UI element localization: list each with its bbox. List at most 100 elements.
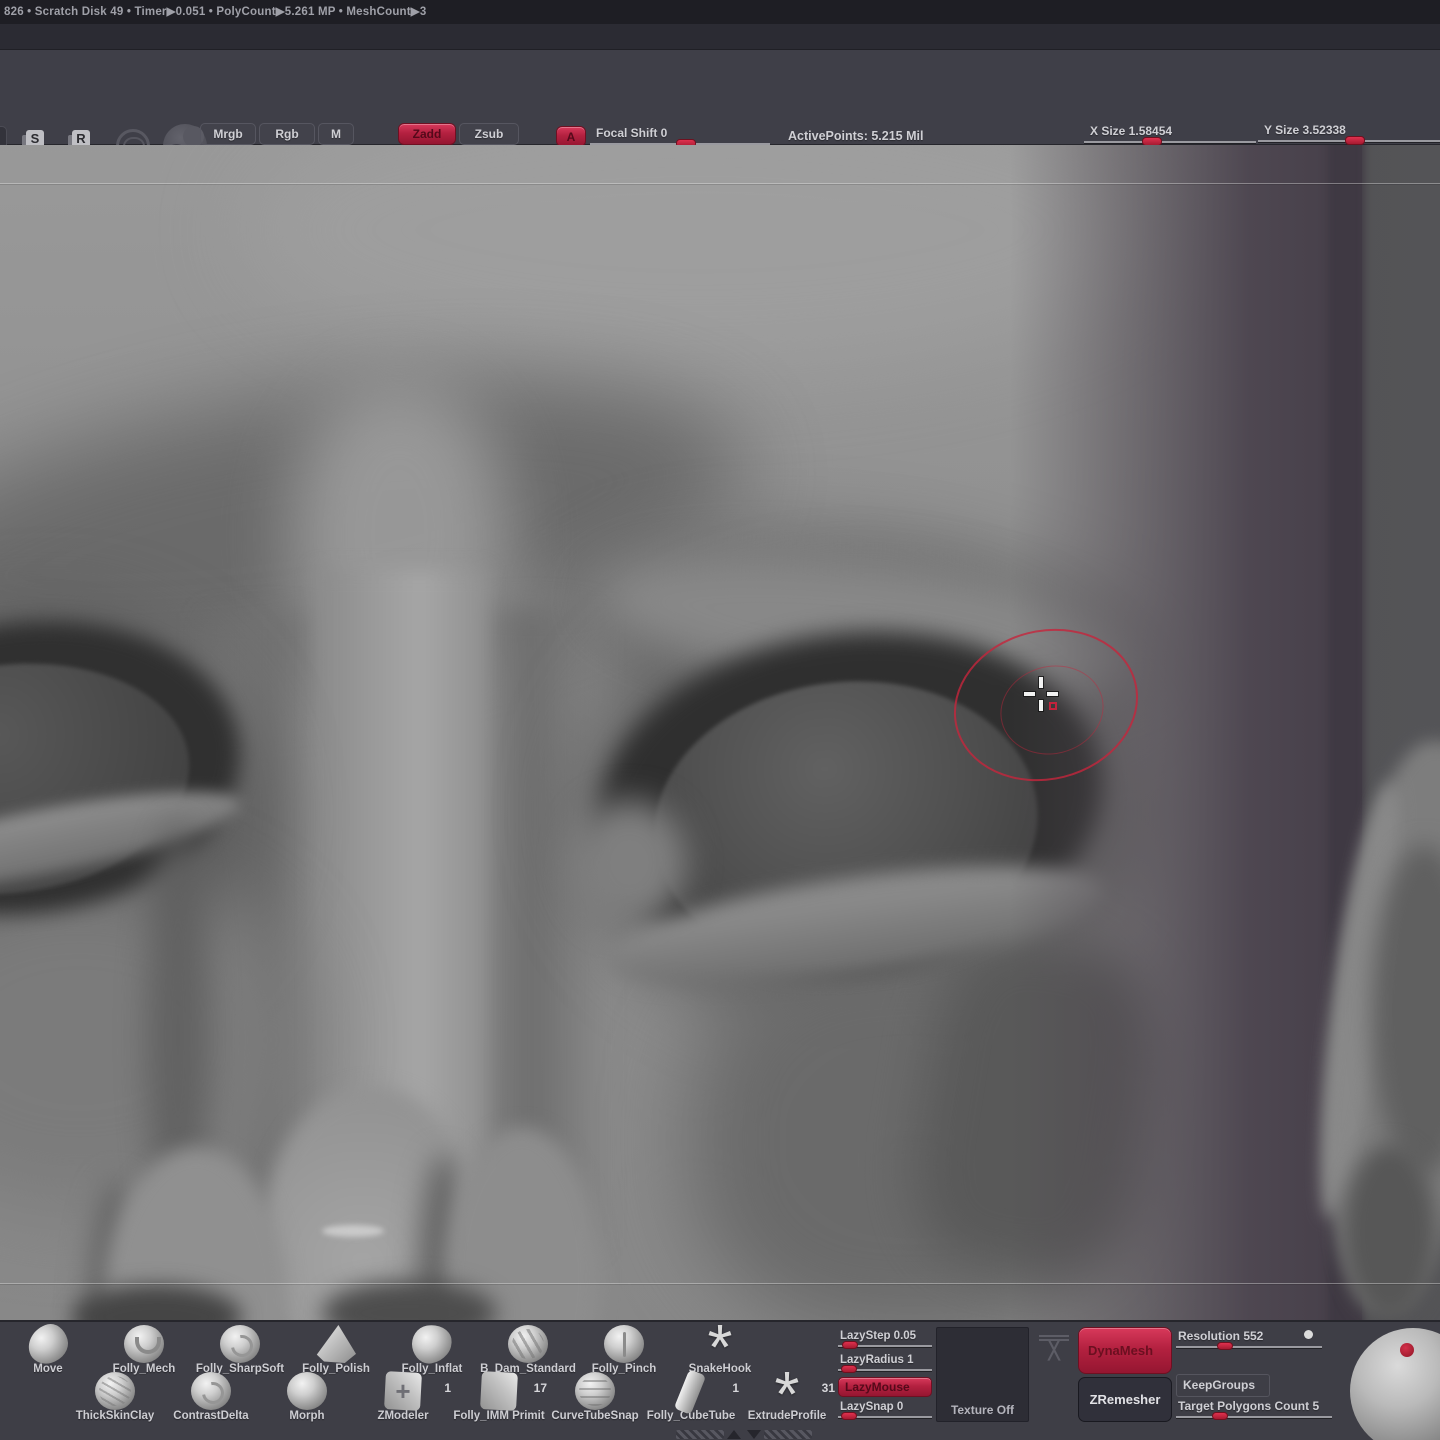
- zbrush-app-window: 826 • Scratch Disk 49 • Timer▶0.051 • Po…: [0, 0, 1440, 1440]
- brush-b-dam-standard[interactable]: B_Dam_Standard: [480, 1328, 576, 1375]
- lazy-snap-handle[interactable]: [841, 1412, 857, 1420]
- brush-folly-inflat[interactable]: Folly_Inflat: [384, 1328, 480, 1375]
- brush-folly-cubetube[interactable]: Folly_CubeTube 1: [643, 1375, 739, 1422]
- brush-label: ZModeler: [355, 1410, 451, 1422]
- light-position-dot[interactable]: [1400, 1343, 1414, 1357]
- lazy-mouse-button[interactable]: LazyMouse: [838, 1377, 932, 1397]
- resolution-indicator-dot: [1304, 1330, 1313, 1339]
- brush-count-badge: 1: [732, 1381, 739, 1395]
- head-art-eyeR-innerlight: [572, 800, 687, 925]
- sculpt-viewport[interactable]: [0, 145, 1440, 1320]
- brush-tray-row-1: Move Folly_Mech Folly_SharpSoft Folly_Po…: [0, 1328, 768, 1375]
- scroll-down-arrow-icon[interactable]: [747, 1430, 761, 1439]
- brush-curvetubesnap[interactable]: CurveTubeSnap: [547, 1375, 643, 1422]
- brush-folly-polish[interactable]: Folly_Polish: [288, 1328, 384, 1375]
- brush-icon: [96, 1328, 192, 1362]
- brush-label: Move: [0, 1363, 96, 1375]
- brush-icon: [355, 1375, 451, 1409]
- x-size-track[interactable]: [1084, 141, 1256, 143]
- resolution-label: Resolution 552: [1176, 1329, 1322, 1343]
- lazy-radius-track[interactable]: [838, 1369, 932, 1371]
- titlebar-status: 826 • Scratch Disk 49 • Timer▶0.051 • Po…: [0, 0, 1440, 24]
- target-polygons-label: Target Polygons Count 5: [1176, 1399, 1332, 1413]
- top-toolbar: S Scale R Rotate Mrgb Rgb M Rgb Intensit…: [0, 50, 1440, 145]
- auto-masking-a-button[interactable]: A: [556, 126, 586, 147]
- brush-icon: [288, 1328, 384, 1362]
- brush-icon: [259, 1375, 355, 1409]
- brush-folly-sharpsoft[interactable]: Folly_SharpSoft: [192, 1328, 288, 1375]
- brush-icon: [67, 1375, 163, 1409]
- texture-off-label: Texture Off: [937, 1403, 1028, 1417]
- canvas-guide-line-bottom: [0, 1283, 1440, 1284]
- brush-icon: [192, 1328, 288, 1362]
- lazy-radius-handle[interactable]: [841, 1365, 857, 1373]
- zremesher-button[interactable]: ZRemesher: [1078, 1377, 1172, 1422]
- keepgroups-button[interactable]: KeepGroups: [1176, 1374, 1270, 1397]
- brush-contrastdelta[interactable]: ContrastDelta: [163, 1375, 259, 1422]
- resolution-track[interactable]: [1176, 1346, 1322, 1348]
- lazy-step-track[interactable]: [838, 1345, 932, 1347]
- focal-shift-slider[interactable]: Focal Shift 0: [590, 126, 770, 145]
- brush-icon: [0, 1328, 96, 1362]
- brush-tray-row-2: ThickSkinClay ContrastDelta Morph ZModel…: [0, 1375, 835, 1422]
- y-size-slider[interactable]: Y Size 3.52338: [1258, 123, 1440, 142]
- target-polygons-handle[interactable]: [1212, 1412, 1228, 1420]
- head-art-nose-hl: [322, 1225, 384, 1237]
- brush-label: ContrastDelta: [163, 1410, 259, 1422]
- mrgb-button[interactable]: Mrgb: [200, 123, 256, 145]
- lazy-step-handle[interactable]: [842, 1341, 858, 1349]
- brush-icon: [384, 1328, 480, 1362]
- brush-cursor-center-square: [1049, 702, 1057, 710]
- brush-icon: [480, 1328, 576, 1362]
- x-size-slider[interactable]: X Size 1.58454: [1084, 124, 1256, 143]
- remesh-panel-icon[interactable]: [1035, 1328, 1073, 1366]
- status-text: 826 • Scratch Disk 49 • Timer▶0.051 • Po…: [4, 6, 426, 18]
- brush-folly-imm-primit[interactable]: Folly_IMM Primit 17: [451, 1375, 547, 1422]
- canvas-guide-line-top: [0, 183, 1440, 184]
- x-size-label: X Size 1.58454: [1084, 124, 1256, 138]
- active-points-readout: ActivePoints: 5.215 Mil: [788, 129, 923, 143]
- brush-count-badge: 31: [822, 1381, 835, 1395]
- y-size-track[interactable]: [1258, 140, 1440, 142]
- brush-icon: [739, 1375, 835, 1409]
- brush-icon: [643, 1375, 739, 1409]
- menu-bar: [0, 24, 1440, 50]
- brush-label: Morph: [259, 1410, 355, 1422]
- scrollbar-hatch-right[interactable]: [764, 1430, 812, 1439]
- target-polygons-track[interactable]: [1176, 1416, 1332, 1418]
- y-size-label: Y Size 3.52338: [1258, 123, 1440, 137]
- target-polygons-slider[interactable]: Target Polygons Count 5: [1176, 1399, 1332, 1418]
- brush-folly-mech[interactable]: Folly_Mech: [96, 1328, 192, 1375]
- y-size-handle[interactable]: [1345, 136, 1365, 145]
- lazy-radius-slider[interactable]: LazyRadius 1: [838, 1354, 932, 1371]
- brush-icon: [672, 1328, 768, 1362]
- scrollbar-hatch-left[interactable]: [676, 1430, 724, 1439]
- zsub-button[interactable]: Zsub: [459, 123, 519, 145]
- resolution-slider[interactable]: Resolution 552: [1176, 1329, 1322, 1348]
- resolution-handle[interactable]: [1217, 1342, 1233, 1350]
- lazy-snap-slider[interactable]: LazySnap 0: [838, 1401, 932, 1418]
- scroll-up-arrow-icon[interactable]: [727, 1430, 741, 1439]
- focal-shift-label: Focal Shift 0: [590, 126, 770, 140]
- brush-label: CurveTubeSnap: [547, 1410, 643, 1422]
- brush-icon: [451, 1375, 547, 1409]
- m-button[interactable]: M: [318, 123, 354, 145]
- brush-morph[interactable]: Morph: [259, 1375, 355, 1422]
- texture-panel[interactable]: Texture Off: [936, 1327, 1029, 1422]
- dynamesh-button[interactable]: DynaMesh: [1078, 1327, 1172, 1374]
- head-art-ear-in2: [1344, 1145, 1436, 1320]
- lazy-snap-track[interactable]: [838, 1416, 932, 1418]
- lazy-step-slider[interactable]: LazyStep 0.05: [838, 1330, 932, 1347]
- brush-icon: [576, 1328, 672, 1362]
- brush-thickskinclay[interactable]: ThickSkinClay: [67, 1375, 163, 1422]
- brush-label: ThickSkinClay: [67, 1410, 163, 1422]
- zadd-button[interactable]: Zadd: [398, 123, 456, 145]
- brush-icon: [163, 1375, 259, 1409]
- brush-label: Folly_IMM Primit: [451, 1410, 547, 1422]
- brush-folly-pinch[interactable]: Folly_Pinch: [576, 1328, 672, 1375]
- rgb-button[interactable]: Rgb: [259, 123, 315, 145]
- tray-scrollbar[interactable]: [676, 1429, 812, 1439]
- brush-zmodeler[interactable]: ZModeler 1: [355, 1375, 451, 1422]
- brush-extrudeprofile[interactable]: ExtrudeProfile 31: [739, 1375, 835, 1422]
- brush-move[interactable]: Move: [0, 1328, 96, 1375]
